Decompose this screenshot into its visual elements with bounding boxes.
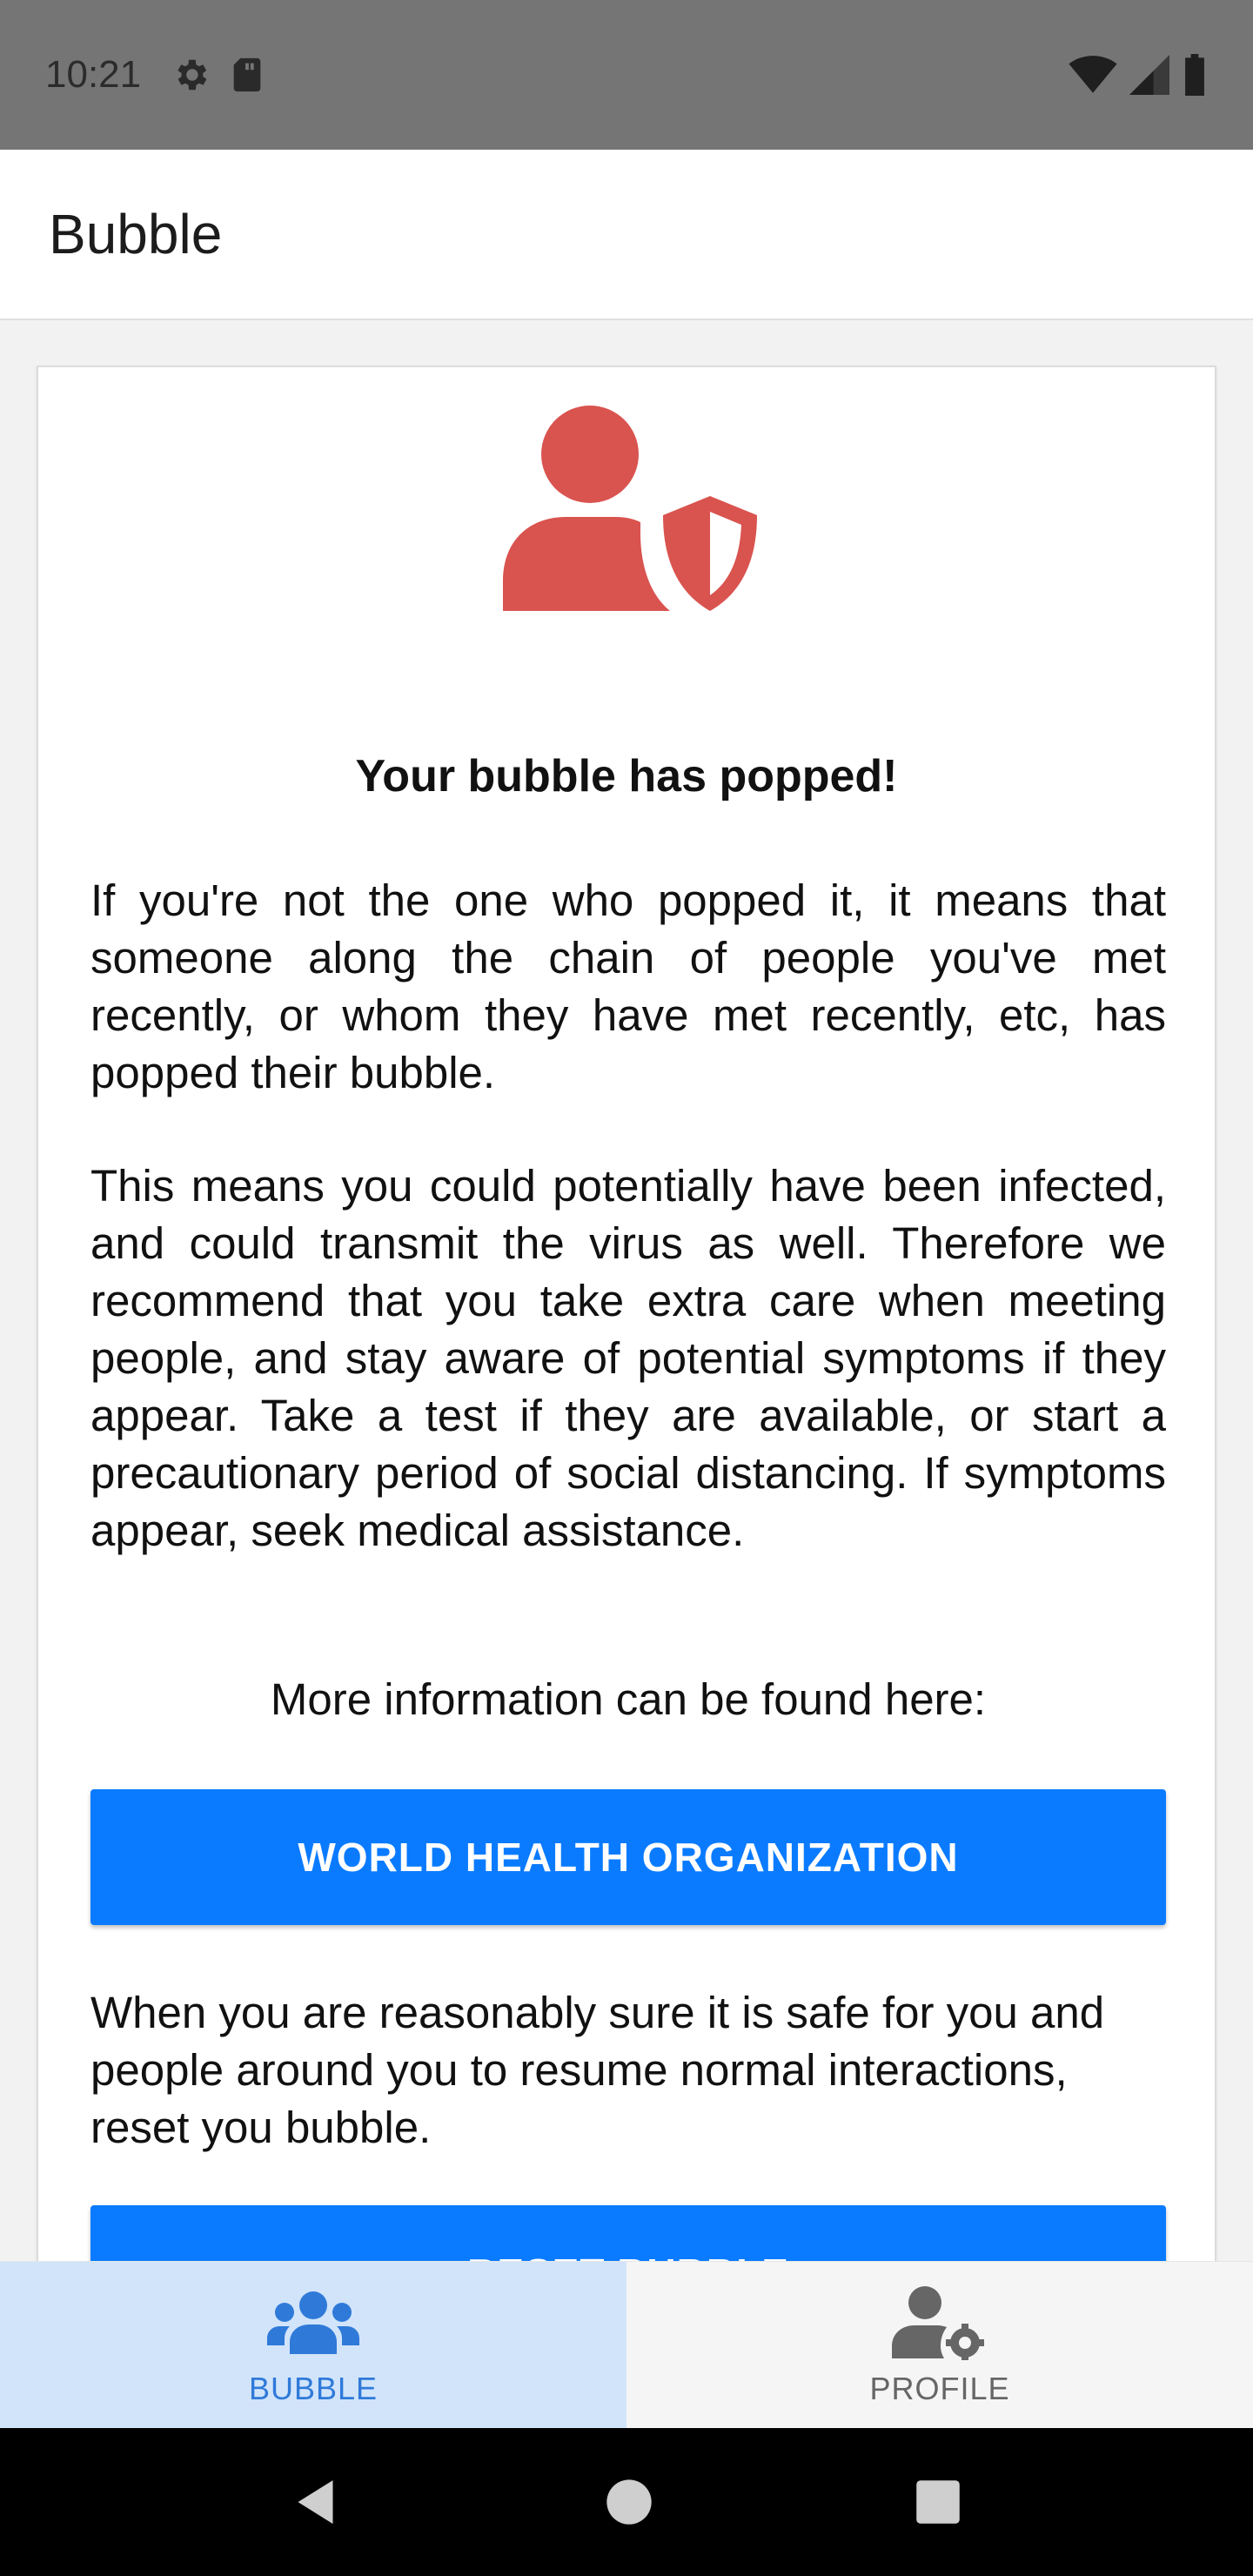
back-icon[interactable] [291, 2476, 344, 2528]
bubble-status-card: Your bubble has popped! If you're not th… [37, 366, 1216, 2261]
reset-bubble-button[interactable]: RESET BUBBLE [90, 2205, 1166, 2261]
settings-icon [178, 59, 207, 91]
status-time: 10:21 [45, 53, 142, 96]
status-right-icons [1069, 54, 1208, 96]
status-left-icons [171, 55, 265, 95]
precaution-advice-text: This means you could potentially have be… [90, 1161, 1166, 1555]
nav-tab-bubble-label: BUBBLE [248, 2370, 379, 2406]
signal-icon [1129, 55, 1169, 95]
screen: 10:21 Bubble Your bubble has popped! If … [0, 0, 1253, 2576]
page-title: Bubble [49, 203, 223, 265]
popped-explanation-text: If you're not the one who popped it, it … [90, 875, 1166, 1097]
status-bar: 10:21 [0, 0, 1253, 150]
nav-tab-bubble[interactable]: BUBBLE [0, 2262, 626, 2428]
system-nav-bar [0, 2428, 1253, 2576]
more-info-label: More information can be found here: [270, 1674, 987, 1724]
users-icon [267, 2291, 359, 2354]
wifi-icon [1069, 56, 1117, 93]
nav-tab-profile[interactable]: PROFILE [626, 2262, 1253, 2428]
bottom-nav: BUBBLE PROFILE [0, 2261, 1253, 2428]
user-gear-icon [892, 2285, 984, 2360]
reset-instruction-text: When you are reasonably sure it is safe … [90, 1988, 1105, 2152]
sd-card-icon [233, 57, 261, 92]
who-link-button[interactable]: WORLD HEALTH ORGANIZATION [90, 1789, 1166, 1925]
app-bar: Bubble [0, 150, 1253, 320]
content-scroll-area[interactable]: Your bubble has popped! If you're not th… [0, 322, 1253, 2261]
recents-icon[interactable] [915, 2479, 962, 2526]
home-icon[interactable] [605, 2478, 653, 2526]
bubble-popped-headline: Your bubble has popped! [355, 751, 898, 802]
user-shield-icon [503, 406, 757, 611]
battery-icon [1185, 54, 1204, 96]
nav-tab-profile-label: PROFILE [869, 2370, 1010, 2406]
